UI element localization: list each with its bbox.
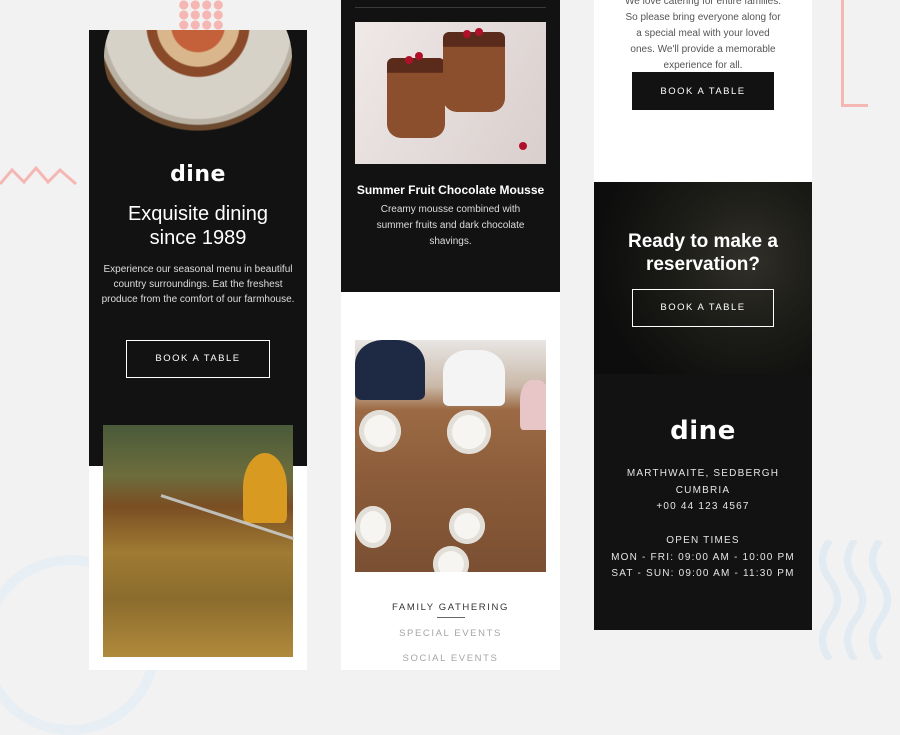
berry [475, 28, 483, 36]
mousse-image [355, 22, 546, 164]
hero-food-image [104, 30, 292, 136]
footer-logo[interactable]: dine [594, 416, 812, 446]
farm-landscape-image [103, 425, 295, 657]
family-intro-text: We love catering for entire families. So… [625, 0, 781, 71]
reservation-heading-line2: reservation? [645, 254, 761, 275]
hero-headline: Exquisite dining since 1989 [99, 202, 297, 250]
autumn-tree [243, 453, 287, 523]
divider [355, 7, 546, 8]
active-underline [437, 617, 465, 618]
menu-item-family-gathering[interactable]: FAMILY GATHERING [341, 602, 560, 613]
menu-item-special-events[interactable]: SPECIAL EVENTS [341, 628, 560, 639]
decorative-zigzag [0, 165, 77, 186]
address-line2: CUMBRIA [675, 485, 731, 496]
berry [519, 142, 527, 150]
weekend-hours: SAT - SUN: 09:00 AM - 11:30 PM [611, 568, 795, 579]
banner-overlay [594, 182, 812, 374]
book-table-button[interactable]: BOOK A TABLE [632, 289, 774, 327]
plate [433, 546, 469, 572]
berry [415, 52, 423, 60]
plate [359, 410, 401, 452]
mobile-screen-home: dine Exquisite dining since 1989 Experie… [89, 30, 307, 670]
hero-headline-line2: since 1989 [149, 227, 247, 249]
address-line1: MARTHWAITE, SEDBERGH [626, 468, 780, 479]
hero-description: Experience our seasonal menu in beautifu… [101, 264, 295, 305]
menu-item-social-events[interactable]: SOCIAL EVENTS [341, 653, 560, 664]
dish-description: Creamy mousse combined with summer fruit… [376, 204, 525, 247]
weekday-hours: MON - FRI: 09:00 AM - 10:00 PM [611, 552, 795, 563]
mobile-screen-menu: Summer Fruit Chocolate Mousse Creamy mou… [341, 0, 560, 670]
berry [463, 30, 471, 38]
hero-section: dine Exquisite dining since 1989 Experie… [89, 30, 307, 466]
berry [405, 56, 413, 64]
mousse-glass [443, 32, 505, 112]
featured-dish-section: Summer Fruit Chocolate Mousse Creamy mou… [341, 0, 560, 292]
reservation-banner: Ready to make a reservation? BOOK A TABL… [594, 182, 812, 374]
mousse-glass [387, 58, 445, 138]
diner [355, 340, 425, 400]
dish-title: Summer Fruit Chocolate Mousse [356, 183, 545, 197]
book-table-button[interactable]: BOOK A TABLE [632, 72, 774, 110]
hero-headline-line1: Exquisite dining [127, 203, 269, 225]
plate [447, 410, 491, 454]
plate [449, 508, 485, 544]
open-times-label: OPEN TIMES [666, 535, 740, 546]
diner [520, 380, 546, 430]
site-logo[interactable]: dine [89, 162, 307, 187]
decorative-dots [178, 0, 224, 30]
reservation-heading-line1: Ready to make a [628, 231, 778, 252]
diner [443, 350, 505, 406]
plate [355, 506, 391, 548]
reservation-heading: Ready to make a reservation? [604, 230, 802, 276]
decorative-waves [819, 540, 891, 660]
family-dining-image [355, 340, 546, 572]
book-table-button[interactable]: BOOK A TABLE [126, 340, 270, 378]
footer: dine MARTHWAITE, SEDBERGH CUMBRIA +00 44… [594, 374, 812, 630]
decorative-bracket [841, 0, 868, 107]
mobile-screen-contact: We love catering for entire families. So… [594, 0, 812, 630]
phone-number: +00 44 123 4567 [656, 501, 750, 512]
